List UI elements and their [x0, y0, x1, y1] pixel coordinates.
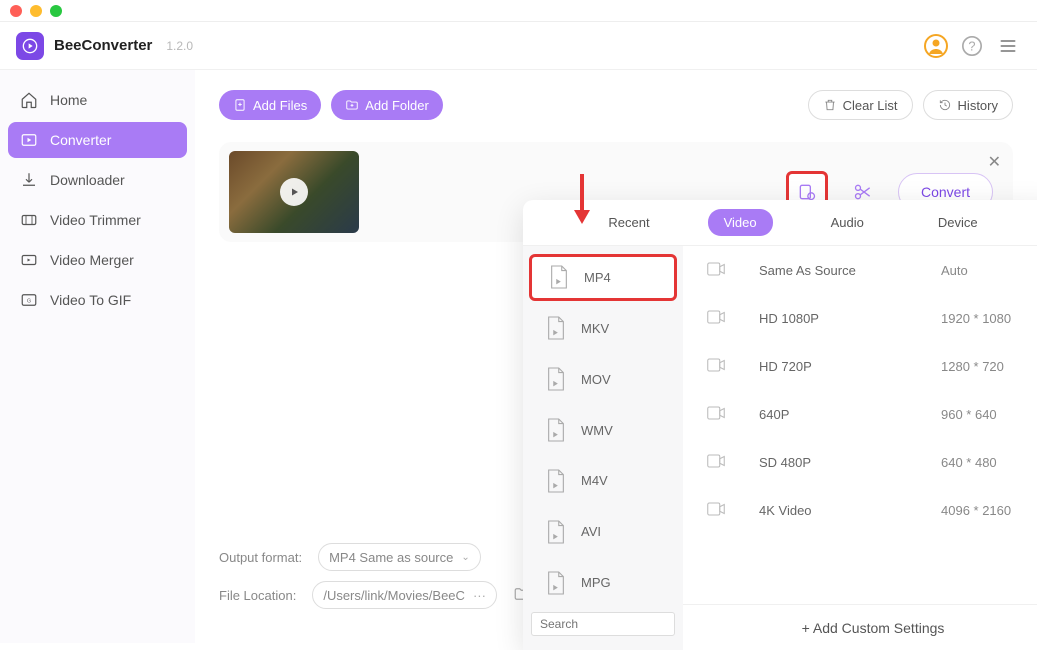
window-titlebar	[0, 0, 1037, 22]
sidebar-item-label: Video Trimmer	[50, 212, 141, 228]
play-icon	[280, 178, 308, 206]
app-name: BeeConverter	[54, 37, 152, 54]
file-location-field[interactable]: /Users/link/Movies/BeeC ···	[312, 581, 497, 609]
chevron-down-icon: ⌄	[461, 552, 469, 563]
output-format-label: Output format:	[219, 550, 302, 565]
add-folder-button[interactable]: Add Folder	[331, 90, 443, 120]
format-item-m4v[interactable]: M4V	[529, 458, 677, 505]
file-plus-icon	[233, 98, 247, 112]
file-icon	[548, 264, 570, 290]
video-icon	[707, 358, 727, 375]
menu-icon[interactable]	[995, 33, 1021, 59]
resolution-item[interactable]: SD 480P 640 * 480	[683, 438, 1037, 486]
window-zoom-button[interactable]	[50, 5, 62, 17]
sidebar-item-label: Home	[50, 92, 87, 108]
sidebar-item-merger[interactable]: Video Merger	[8, 242, 187, 278]
tab-video[interactable]: Video	[708, 209, 773, 236]
tab-recent[interactable]: Recent	[592, 209, 665, 236]
home-icon	[20, 91, 38, 109]
video-icon	[707, 262, 727, 279]
format-search-input[interactable]	[531, 612, 675, 636]
popover-tabs: Recent Video Audio Device	[523, 200, 1037, 246]
sidebar-item-converter[interactable]: Converter	[8, 122, 187, 158]
content-area: Add Files Add Folder Clear List History …	[195, 70, 1037, 643]
remove-file-button[interactable]: ✕	[988, 152, 1001, 172]
video-icon	[707, 454, 727, 471]
history-button[interactable]: History	[923, 90, 1013, 120]
gif-icon: G	[20, 291, 38, 309]
history-icon	[938, 98, 952, 112]
file-icon	[545, 468, 567, 494]
format-item-mp4[interactable]: MP4	[529, 254, 677, 301]
window-minimize-button[interactable]	[30, 5, 42, 17]
resolution-item[interactable]: 4K Video 4096 * 2160	[683, 486, 1037, 534]
file-icon	[545, 519, 567, 545]
video-icon	[707, 406, 727, 423]
sidebar-item-label: Video Merger	[50, 252, 134, 268]
sidebar-item-home[interactable]: Home	[8, 82, 187, 118]
file-icon	[545, 315, 567, 341]
trash-icon	[823, 98, 837, 112]
file-icon	[545, 570, 567, 596]
tab-device[interactable]: Device	[922, 209, 994, 236]
file-icon	[545, 366, 567, 392]
window-close-button[interactable]	[10, 5, 22, 17]
sidebar-item-label: Converter	[50, 132, 111, 148]
format-item-mkv[interactable]: MKV	[529, 305, 677, 352]
resolution-item[interactable]: 640P 960 * 640	[683, 390, 1037, 438]
sidebar-item-gif[interactable]: G Video To GIF	[8, 282, 187, 318]
resolution-item[interactable]: HD 1080P 1920 * 1080	[683, 294, 1037, 342]
add-files-button[interactable]: Add Files	[219, 90, 321, 120]
trimmer-icon	[20, 211, 38, 229]
sidebar-item-label: Downloader	[50, 172, 125, 188]
format-list: MP4 MKV MOV WMV	[523, 246, 683, 650]
video-icon	[707, 310, 727, 327]
converter-icon	[20, 131, 38, 149]
help-icon[interactable]: ?	[959, 33, 985, 59]
scissors-icon	[853, 182, 873, 202]
file-icon	[545, 417, 567, 443]
annotation-arrow-icon	[570, 172, 594, 232]
download-icon	[20, 171, 38, 189]
merger-icon	[20, 251, 38, 269]
svg-text:G: G	[27, 298, 31, 304]
sidebar: Home Converter Downloader Video Trimmer …	[0, 70, 195, 643]
tab-audio[interactable]: Audio	[815, 209, 880, 236]
format-popover: Recent Video Audio Device MP4 MKV	[523, 200, 1037, 650]
app-version: 1.2.0	[166, 39, 193, 53]
content-toolbar: Add Files Add Folder Clear List History	[219, 90, 1013, 120]
output-format-select[interactable]: MP4 Same as source ⌄	[318, 543, 481, 571]
sidebar-item-label: Video To GIF	[50, 292, 131, 308]
resolution-list: Same As Source Auto HD 1080P 1920 * 1080…	[683, 246, 1037, 650]
video-icon	[707, 502, 727, 519]
format-item-wmv[interactable]: WMV	[529, 407, 677, 454]
add-custom-settings-button[interactable]: + Add Custom Settings	[683, 604, 1037, 650]
format-item-mpg[interactable]: MPG	[529, 559, 677, 606]
sidebar-item-downloader[interactable]: Downloader	[8, 162, 187, 198]
resolution-item[interactable]: Same As Source Auto	[683, 246, 1037, 294]
svg-text:?: ?	[968, 38, 975, 53]
format-item-avi[interactable]: AVI	[529, 508, 677, 555]
sidebar-item-trimmer[interactable]: Video Trimmer	[8, 202, 187, 238]
resolution-item[interactable]: HD 720P 1280 * 720	[683, 342, 1037, 390]
folder-plus-icon	[345, 98, 359, 112]
clear-list-button[interactable]: Clear List	[808, 90, 913, 120]
app-logo	[16, 32, 44, 60]
format-settings-icon	[797, 182, 817, 202]
app-header: BeeConverter 1.2.0 ?	[0, 22, 1037, 70]
account-icon[interactable]	[923, 33, 949, 59]
file-location-label: File Location:	[219, 588, 296, 603]
video-thumbnail[interactable]	[229, 151, 359, 233]
format-item-mov[interactable]: MOV	[529, 356, 677, 403]
